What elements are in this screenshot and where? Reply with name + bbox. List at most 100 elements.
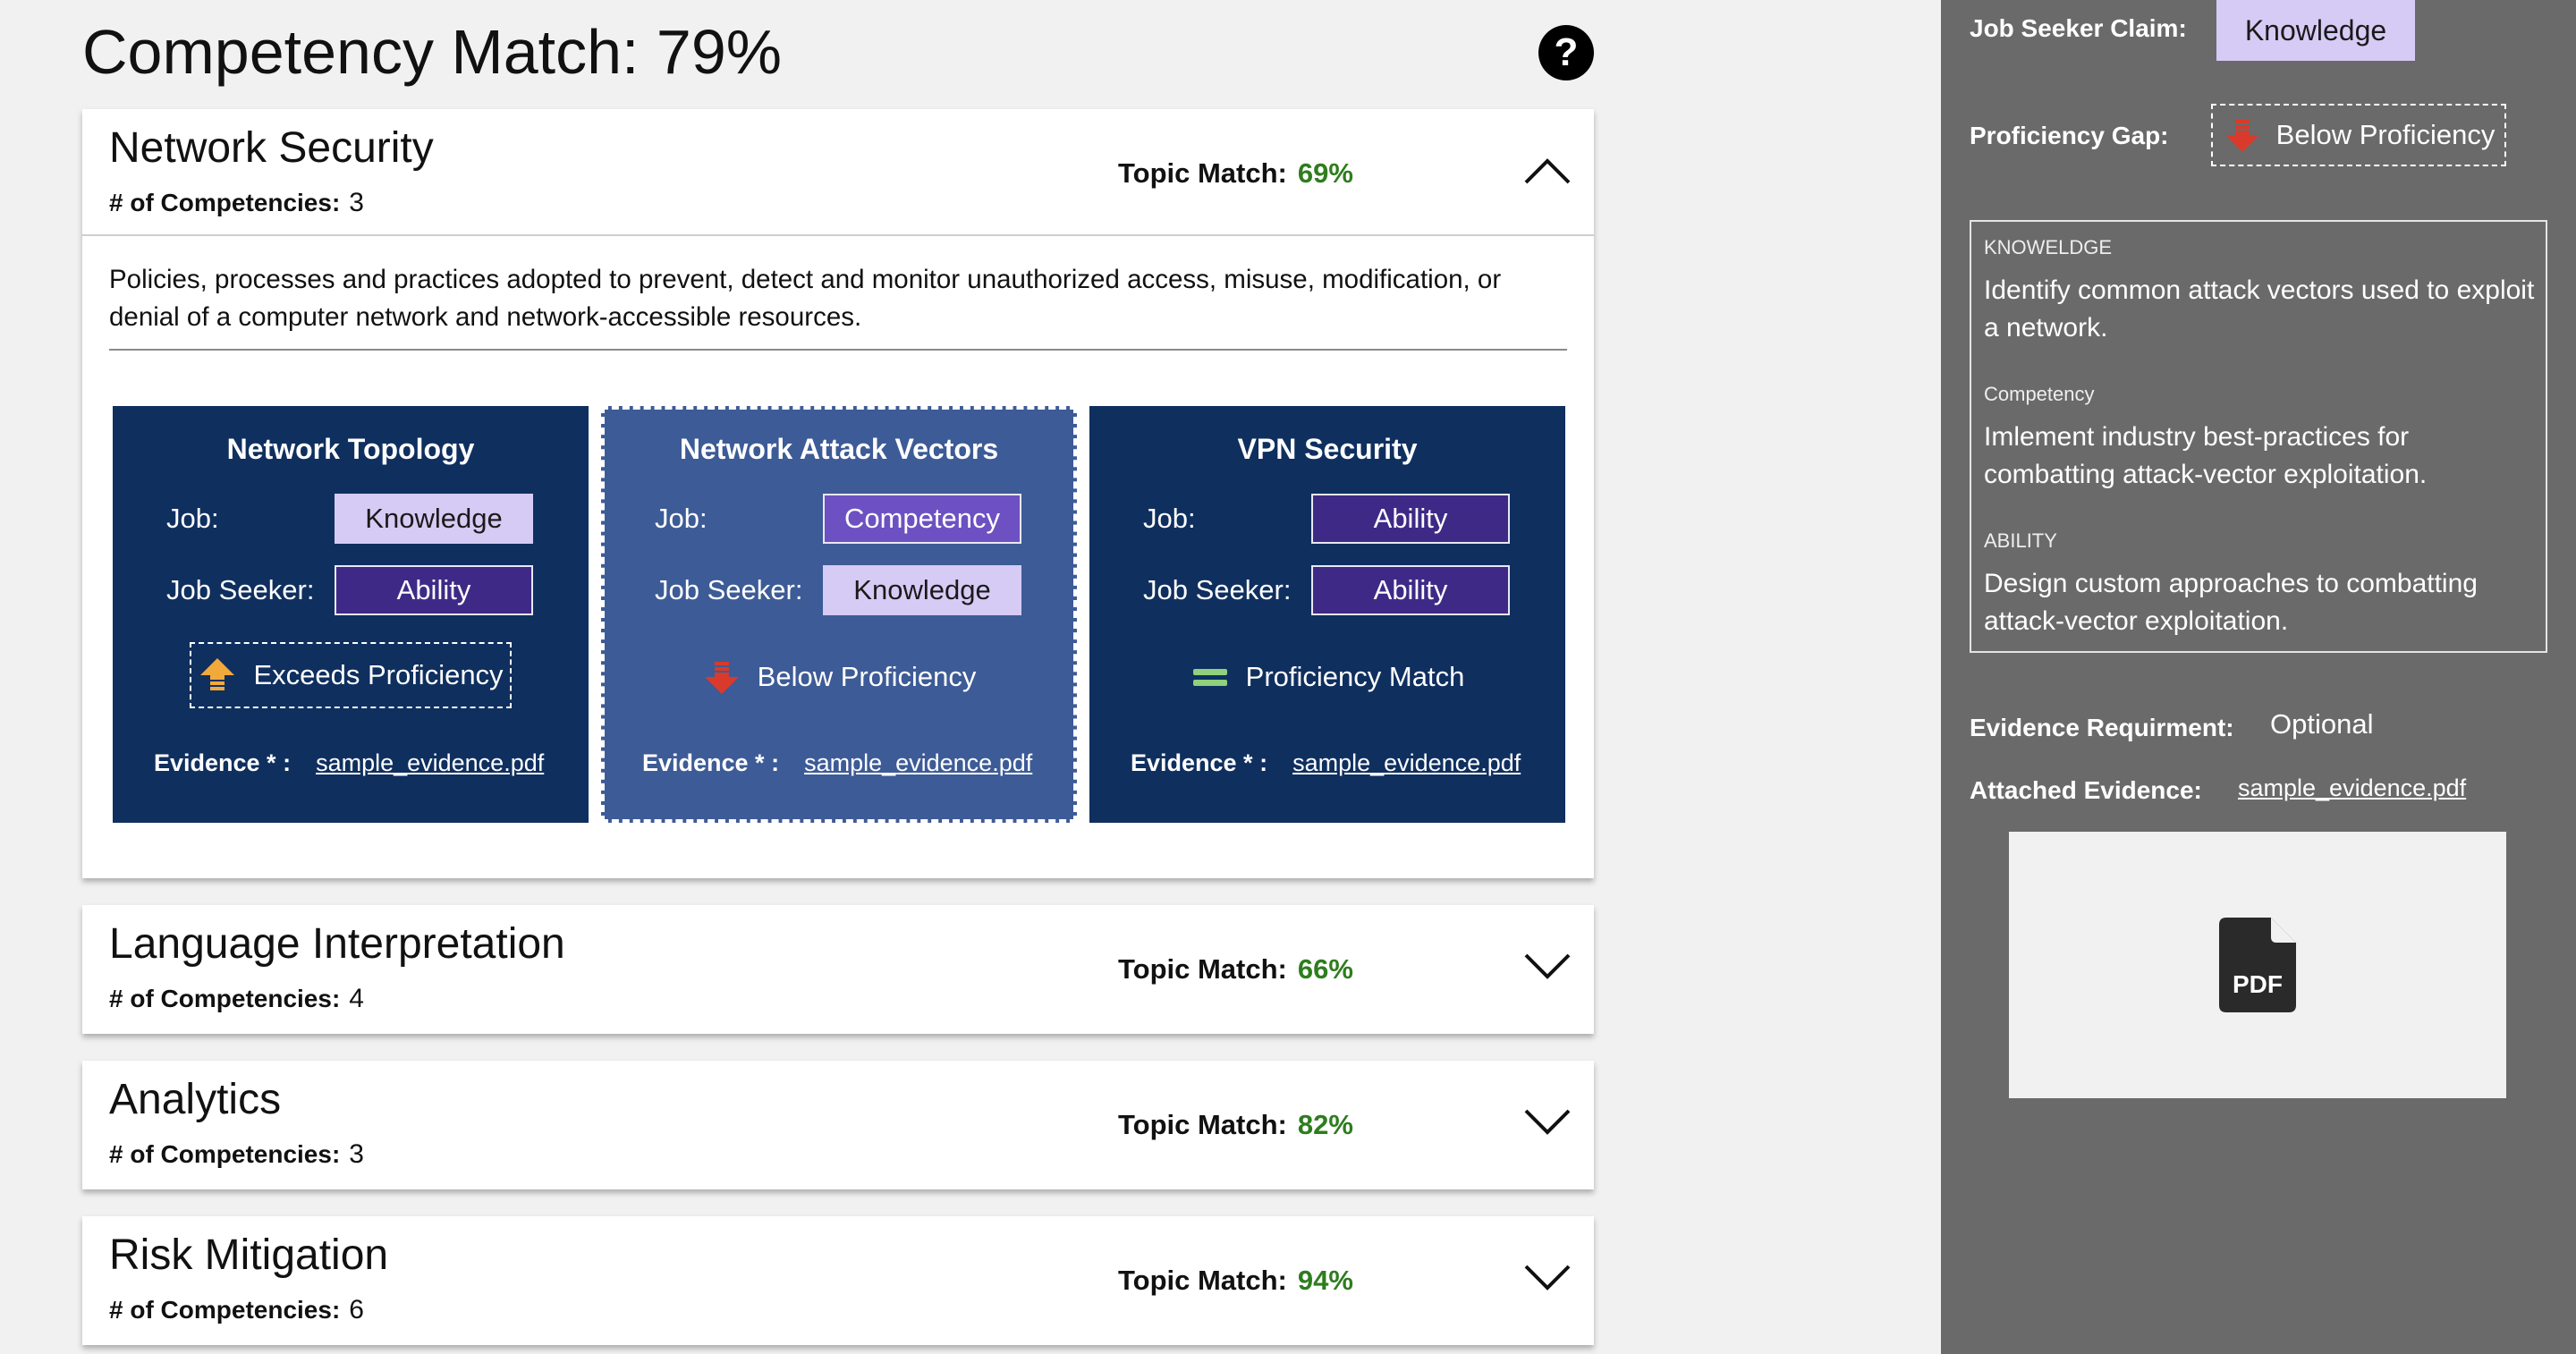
pdf-file-icon: PDF — [2219, 918, 2296, 1012]
competency-count: # of Competencies: 3 — [109, 188, 364, 218]
evidence-requirement-value: Optional — [2270, 708, 2374, 740]
evidence-link[interactable]: sample_evidence.pdf — [316, 749, 544, 776]
competency-count: # of Competencies: 6 — [109, 1295, 364, 1325]
competency-count-label: # of Competencies: — [109, 189, 341, 216]
ksa-definitions: KNOWELDGE Identify common attack vectors… — [1970, 220, 2547, 653]
topic-name: Network Security — [109, 124, 434, 172]
topic-match: Topic Match: 94% — [1118, 1265, 1353, 1297]
evidence-label: Evidence * : — [1131, 749, 1268, 776]
topic-header[interactable]: Analytics # of Competencies: 3 Topic Matc… — [82, 1061, 1594, 1186]
job-seeker-label: Job Seeker: — [166, 574, 315, 605]
topic-name: Language Interpretation — [109, 920, 565, 968]
page-title: Competency Match: 79% — [82, 17, 783, 87]
chevron-down-icon[interactable] — [1522, 1252, 1572, 1302]
proficiency-status: Exceeds Proficiency — [190, 642, 512, 708]
competency-card-vpn-security[interactable]: VPN Security Job: Ability Job Seeker: Ab… — [1089, 406, 1565, 823]
evidence-preview[interactable]: PDF — [2009, 832, 2506, 1098]
competency-count-value: 3 — [349, 1139, 364, 1169]
topic-name: Risk Mitigation — [109, 1231, 389, 1279]
gap-status: Below Proficiency — [2211, 104, 2506, 166]
arrow-down-icon — [2224, 120, 2259, 152]
gap-label: Proficiency Gap: — [1970, 122, 2169, 149]
job-seeker-level-chip: Ability — [1311, 565, 1510, 615]
evidence-requirement-label: Evidence Requirment: — [1970, 714, 2234, 741]
evidence-label: Evidence * : — [642, 749, 780, 776]
evidence-label: Evidence * : — [154, 749, 292, 776]
job-label: Job: — [655, 503, 708, 534]
pdf-icon-label: PDF — [2233, 970, 2283, 998]
competency-count-value: 6 — [349, 1295, 364, 1324]
evidence-row: Evidence * : sample_evidence.pdf — [1131, 749, 1521, 777]
topic-match-label: Topic Match: — [1118, 953, 1287, 985]
topic-match-label: Topic Match: — [1118, 1109, 1287, 1140]
ksa-heading: ABILITY — [1984, 529, 2057, 552]
arrow-down-icon — [704, 662, 739, 694]
topic-header[interactable]: Risk Mitigation # of Competencies: 6 Topi… — [82, 1216, 1594, 1341]
proficiency-status: Below Proficiency — [601, 646, 1077, 708]
job-seeker-label: Job Seeker: — [655, 574, 803, 605]
job-seeker-label: Job Seeker: — [1143, 574, 1292, 605]
topic-match-value: 94% — [1297, 1265, 1353, 1296]
detail-side-panel: Job Seeker Claim: Knowledge Proficiency … — [1941, 0, 2576, 1354]
competency-title: Network Topology — [226, 433, 475, 465]
job-seeker-level-chip: Knowledge — [823, 565, 1021, 615]
competency-count-value: 4 — [349, 984, 364, 1013]
competency-card-network-topology[interactable]: Network Topology Job: Knowledge Job Seek… — [113, 406, 589, 823]
competency-count: # of Competencies: 3 — [109, 1139, 364, 1170]
proficiency-text: Proficiency Match — [1245, 661, 1465, 692]
ksa-text: Imlement industry best-practices for com… — [1984, 422, 2428, 489]
proficiency-text: Below Proficiency — [757, 661, 977, 692]
topic-match-label: Topic Match: — [1118, 157, 1287, 189]
job-level-chip: Knowledge — [335, 494, 533, 544]
topic-description: Policies, processes and practices adopte… — [109, 265, 1502, 332]
ksa-text: Design custom approaches to combatting a… — [1984, 569, 2478, 636]
evidence-row: Evidence * : sample_evidence.pdf — [154, 749, 544, 777]
topic-card-language-interpretation: Language Interpretation # of Competencie… — [82, 905, 1594, 1034]
competency-count-value: 3 — [349, 188, 364, 217]
competency-count-label: # of Competencies: — [109, 1140, 341, 1168]
topic-match: Topic Match: 66% — [1118, 953, 1353, 986]
job-label: Job: — [1143, 503, 1196, 534]
topic-card-analytics: Analytics # of Competencies: 3 Topic Matc… — [82, 1061, 1594, 1189]
topic-match-label: Topic Match: — [1118, 1265, 1287, 1296]
proficiency-status: Proficiency Match — [1089, 646, 1565, 708]
topic-card-network-security: Network Security # of Competencies: 3 Top… — [82, 109, 1594, 878]
divider — [109, 349, 1567, 351]
topic-match: Topic Match: 82% — [1118, 1109, 1353, 1141]
job-level-chip: Ability — [1311, 494, 1510, 544]
competency-count-label: # of Competencies: — [109, 1296, 341, 1324]
competency-title: VPN Security — [1237, 433, 1418, 465]
gap-text: Below Proficiency — [2275, 119, 2496, 150]
competency-count-label: # of Competencies: — [109, 985, 341, 1012]
ksa-text: Identify common attack vectors used to e… — [1984, 275, 2535, 343]
attached-evidence-label: Attached Evidence: — [1970, 776, 2202, 804]
competency-card-network-attack-vectors[interactable]: Network Attack Vectors Job: Competency J… — [601, 406, 1077, 823]
proficiency-text: Exceeds Proficiency — [253, 659, 504, 690]
topic-header[interactable]: Network Security # of Competencies: 3 Top… — [82, 109, 1594, 234]
attached-evidence-link[interactable]: sample_evidence.pdf — [2238, 774, 2466, 802]
topic-name: Analytics — [109, 1076, 282, 1123]
topic-match: Topic Match: 69% — [1118, 157, 1353, 190]
job-label: Job: — [166, 503, 219, 534]
job-level-chip: Competency — [823, 494, 1021, 544]
claim-chip: Knowledge — [2216, 0, 2415, 61]
job-seeker-level-chip: Ability — [335, 565, 533, 615]
ksa-heading: KNOWELDGE — [1984, 236, 2113, 258]
claim-label: Job Seeker Claim: — [1970, 14, 2187, 42]
competency-title: Network Attack Vectors — [679, 433, 999, 465]
competency-count: # of Competencies: 4 — [109, 984, 364, 1014]
equals-icon — [1192, 669, 1227, 686]
evidence-link[interactable]: sample_evidence.pdf — [1292, 749, 1521, 776]
chevron-up-icon[interactable] — [1522, 145, 1572, 195]
topic-match-value: 69% — [1297, 157, 1353, 189]
arrow-up-icon — [200, 658, 235, 690]
evidence-row: Evidence * : sample_evidence.pdf — [642, 749, 1032, 777]
topic-card-risk-mitigation: Risk Mitigation # of Competencies: 6 Topi… — [82, 1216, 1594, 1345]
topic-header[interactable]: Language Interpretation # of Competencie… — [82, 905, 1594, 1030]
help-button[interactable]: ? — [1538, 25, 1594, 80]
chevron-down-icon[interactable] — [1522, 1096, 1572, 1147]
chevron-down-icon[interactable] — [1522, 941, 1572, 991]
main-panel: Competency Match: 79% ? Network Security… — [0, 0, 1941, 1354]
evidence-link[interactable]: sample_evidence.pdf — [804, 749, 1032, 776]
topic-match-value: 66% — [1297, 953, 1353, 985]
